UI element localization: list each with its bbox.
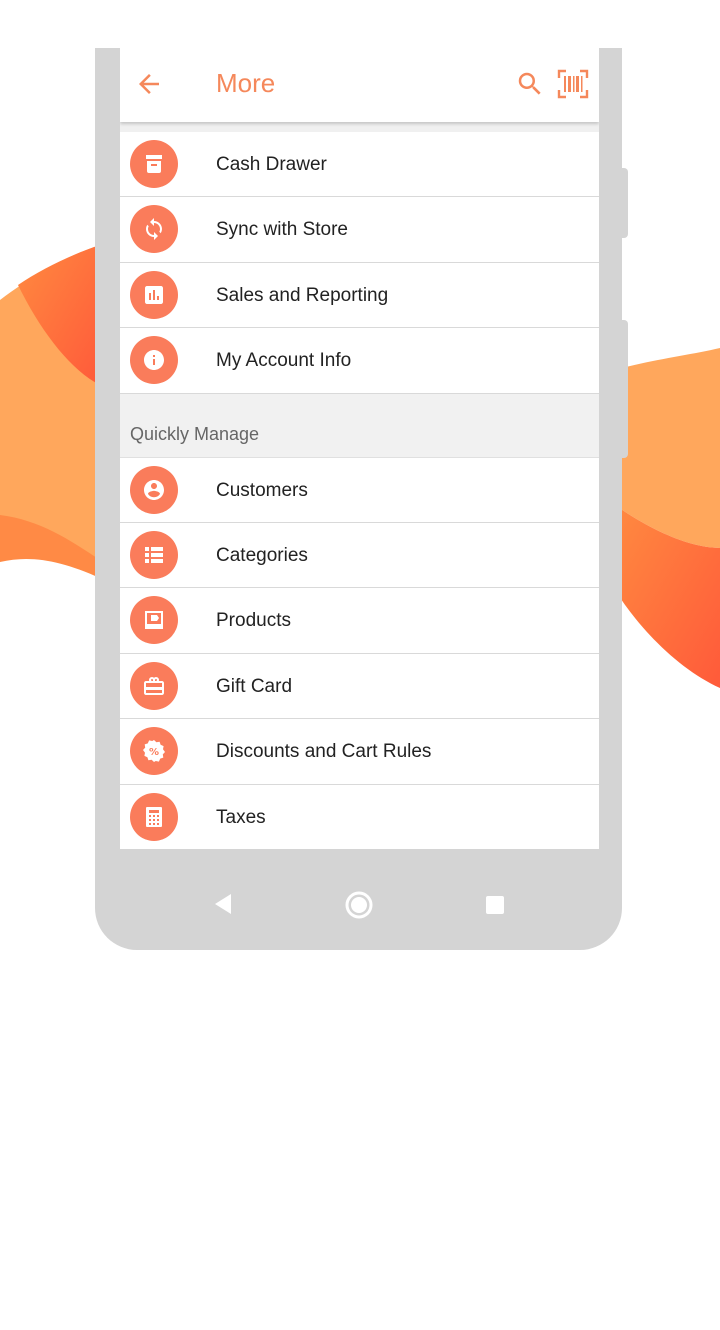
sync-icon [130,205,178,254]
discount-percent-icon: % [130,727,178,776]
android-nav-bar [95,849,622,950]
menu-item-label: Products [216,610,291,632]
menu-item-label: Categories [216,544,308,566]
menu-item-cash-drawer[interactable]: Cash Drawer [120,132,599,198]
menu-item-label: Sales and Reporting [216,284,389,306]
menu-item-sales-and-reporting[interactable]: Sales and Reporting [120,262,599,329]
menu-item-customers[interactable]: Customers [120,457,599,523]
calculator-icon [130,792,178,841]
account-circle-icon [130,465,178,514]
divider-strip [120,122,599,132]
section-header: Quickly Manage [120,393,599,458]
menu-item-label: My Account Info [216,350,352,372]
menu-item-label: Cash Drawer [216,154,327,175]
menu-item-label: Gift Card [216,675,293,697]
nav-recent-apps-icon[interactable] [486,896,504,914]
menu-item-label: Taxes [216,806,266,828]
cash-drawer-icon [130,140,178,188]
search-icon[interactable] [515,69,545,99]
menu-item-my-account-info[interactable]: My Account Info [120,328,599,394]
svg-text:%: % [149,747,159,758]
gift-card-icon [130,661,178,710]
menu-item-label: Customers [216,479,308,501]
app-screen: More Cash Drawer Sync with Store Sales a… [120,48,599,849]
menu-item-label: Sync with Store [216,219,348,241]
menu-item-categories[interactable]: Categories [120,522,599,589]
menu-list: Cash Drawer Sync with Store Sales and Re… [120,132,599,394]
bar-chart-icon [130,270,178,319]
app-bar: More [120,48,599,122]
list-icon [130,530,178,579]
nav-back-icon[interactable] [213,892,233,916]
info-icon [130,336,178,385]
menu-item-label: Discounts and Cart Rules [216,741,432,763]
menu-item-sync-with-store[interactable]: Sync with Store [120,197,599,263]
menu-item-products[interactable]: Products [120,588,599,654]
menu-item-discounts-and-cart-rules[interactable]: % Discounts and Cart Rules [120,719,599,785]
product-tag-icon [130,596,178,645]
menu-item-taxes[interactable]: Taxes [120,784,599,849]
phone-side-button [620,168,628,238]
menu-item-gift-card[interactable]: Gift Card [120,653,599,720]
barcode-scan-icon[interactable] [557,69,589,99]
nav-home-icon[interactable] [344,890,374,920]
arrow-left-icon[interactable] [134,69,164,99]
quick-manage-list: Customers Categories Products Gift Card [120,457,599,849]
page-title: More [216,68,276,98]
section-title: Quickly Manage [130,423,260,444]
phone-volume-button [620,320,628,458]
